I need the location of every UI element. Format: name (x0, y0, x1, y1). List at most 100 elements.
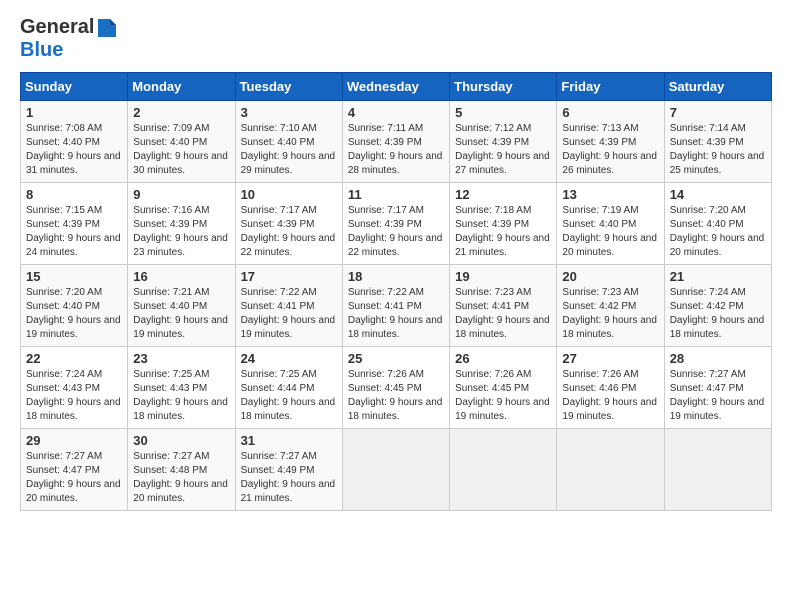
day-info: Sunrise: 7:08 AMSunset: 4:40 PMDaylight:… (26, 123, 121, 176)
calendar-cell: 15 Sunrise: 7:20 AMSunset: 4:40 PMDayligh… (21, 265, 128, 347)
calendar-cell (342, 429, 449, 511)
day-info: Sunrise: 7:26 AMSunset: 4:45 PMDaylight:… (348, 369, 443, 422)
day-info: Sunrise: 7:21 AMSunset: 4:40 PMDaylight:… (133, 287, 228, 340)
day-info: Sunrise: 7:25 AMSunset: 4:44 PMDaylight:… (241, 369, 336, 422)
col-header-friday: Friday (557, 73, 664, 101)
calendar-cell: 12 Sunrise: 7:18 AMSunset: 4:39 PMDayligh… (450, 183, 557, 265)
day-info: Sunrise: 7:17 AMSunset: 4:39 PMDaylight:… (241, 205, 336, 258)
calendar-cell: 20 Sunrise: 7:23 AMSunset: 4:42 PMDayligh… (557, 265, 664, 347)
day-number: 26 (455, 351, 551, 366)
day-info: Sunrise: 7:26 AMSunset: 4:46 PMDaylight:… (562, 369, 657, 422)
day-info: Sunrise: 7:13 AMSunset: 4:39 PMDaylight:… (562, 123, 657, 176)
calendar-cell: 24 Sunrise: 7:25 AMSunset: 4:44 PMDayligh… (235, 347, 342, 429)
day-info: Sunrise: 7:11 AMSunset: 4:39 PMDaylight:… (348, 123, 443, 176)
col-header-thursday: Thursday (450, 73, 557, 101)
day-number: 5 (455, 105, 551, 120)
day-number: 9 (133, 187, 229, 202)
day-number: 4 (348, 105, 444, 120)
day-number: 3 (241, 105, 337, 120)
calendar-cell: 1 Sunrise: 7:08 AMSunset: 4:40 PMDaylight… (21, 101, 128, 183)
col-header-monday: Monday (128, 73, 235, 101)
calendar-cell: 7 Sunrise: 7:14 AMSunset: 4:39 PMDaylight… (664, 101, 771, 183)
day-info: Sunrise: 7:22 AMSunset: 4:41 PMDaylight:… (348, 287, 443, 340)
logo-blue: Blue (20, 39, 63, 61)
day-info: Sunrise: 7:24 AMSunset: 4:43 PMDaylight:… (26, 369, 121, 422)
day-number: 30 (133, 433, 229, 448)
day-info: Sunrise: 7:12 AMSunset: 4:39 PMDaylight:… (455, 123, 550, 176)
day-number: 8 (26, 187, 122, 202)
calendar-cell: 18Sunrise: 7:22 AMSunset: 4:41 PMDayligh… (342, 265, 449, 347)
day-info: Sunrise: 7:27 AMSunset: 4:48 PMDaylight:… (133, 451, 228, 504)
day-number: 20 (562, 269, 658, 284)
day-number: 25 (348, 351, 444, 366)
calendar-cell: 14Sunrise: 7:20 AMSunset: 4:40 PMDayligh… (664, 183, 771, 265)
calendar-cell: 22 Sunrise: 7:24 AMSunset: 4:43 PMDayligh… (21, 347, 128, 429)
calendar-cell: 13 Sunrise: 7:19 AMSunset: 4:40 PMDayligh… (557, 183, 664, 265)
day-info: Sunrise: 7:22 AMSunset: 4:41 PMDaylight:… (241, 287, 336, 340)
col-header-sunday: Sunday (21, 73, 128, 101)
day-info: Sunrise: 7:14 AMSunset: 4:39 PMDaylight:… (670, 123, 765, 176)
day-number: 24 (241, 351, 337, 366)
day-info: Sunrise: 7:20 AMSunset: 4:40 PMDaylight:… (670, 205, 765, 258)
calendar-page: General Blue SundayMondayTuesdayWednesda… (0, 0, 792, 612)
day-info: Sunrise: 7:09 AMSunset: 4:40 PMDaylight:… (133, 123, 228, 176)
calendar-cell: 4 Sunrise: 7:11 AMSunset: 4:39 PMDaylight… (342, 101, 449, 183)
calendar-cell: 11Sunrise: 7:17 AMSunset: 4:39 PMDayligh… (342, 183, 449, 265)
day-info: Sunrise: 7:16 AMSunset: 4:39 PMDaylight:… (133, 205, 228, 258)
calendar-cell: 3 Sunrise: 7:10 AMSunset: 4:40 PMDaylight… (235, 101, 342, 183)
calendar-cell: 29Sunrise: 7:27 AMSunset: 4:47 PMDayligh… (21, 429, 128, 511)
day-info: Sunrise: 7:10 AMSunset: 4:40 PMDaylight:… (241, 123, 336, 176)
day-number: 15 (26, 269, 122, 284)
calendar-cell: 16 Sunrise: 7:21 AMSunset: 4:40 PMDayligh… (128, 265, 235, 347)
day-info: Sunrise: 7:24 AMSunset: 4:42 PMDaylight:… (670, 287, 765, 340)
calendar-cell: 10 Sunrise: 7:17 AMSunset: 4:39 PMDayligh… (235, 183, 342, 265)
calendar-cell: 21 Sunrise: 7:24 AMSunset: 4:42 PMDayligh… (664, 265, 771, 347)
calendar-cell (664, 429, 771, 511)
day-number: 1 (26, 105, 122, 120)
calendar-cell: 9 Sunrise: 7:16 AMSunset: 4:39 PMDaylight… (128, 183, 235, 265)
day-number: 11 (348, 187, 444, 202)
day-info: Sunrise: 7:25 AMSunset: 4:43 PMDaylight:… (133, 369, 228, 422)
day-number: 23 (133, 351, 229, 366)
calendar-cell: 19 Sunrise: 7:23 AMSunset: 4:41 PMDayligh… (450, 265, 557, 347)
calendar-cell: 31 Sunrise: 7:27 AMSunset: 4:49 PMDayligh… (235, 429, 342, 511)
logo-icon (96, 17, 118, 39)
calendar-cell: 23 Sunrise: 7:25 AMSunset: 4:43 PMDayligh… (128, 347, 235, 429)
col-header-tuesday: Tuesday (235, 73, 342, 101)
day-info: Sunrise: 7:26 AMSunset: 4:45 PMDaylight:… (455, 369, 550, 422)
header: General Blue (20, 16, 772, 62)
day-number: 6 (562, 105, 658, 120)
day-info: Sunrise: 7:27 AMSunset: 4:47 PMDaylight:… (26, 451, 121, 504)
calendar-table: SundayMondayTuesdayWednesdayThursdayFrid… (20, 72, 772, 511)
day-number: 16 (133, 269, 229, 284)
day-number: 28 (670, 351, 766, 366)
calendar-cell: 28 Sunrise: 7:27 AMSunset: 4:47 PMDayligh… (664, 347, 771, 429)
calendar-cell: 26 Sunrise: 7:26 AMSunset: 4:45 PMDayligh… (450, 347, 557, 429)
col-header-saturday: Saturday (664, 73, 771, 101)
day-number: 27 (562, 351, 658, 366)
day-number: 31 (241, 433, 337, 448)
logo-general: General (20, 16, 94, 39)
day-info: Sunrise: 7:27 AMSunset: 4:47 PMDaylight:… (670, 369, 765, 422)
day-info: Sunrise: 7:23 AMSunset: 4:42 PMDaylight:… (562, 287, 657, 340)
day-info: Sunrise: 7:23 AMSunset: 4:41 PMDaylight:… (455, 287, 550, 340)
day-number: 21 (670, 269, 766, 284)
day-info: Sunrise: 7:27 AMSunset: 4:49 PMDaylight:… (241, 451, 336, 504)
day-number: 12 (455, 187, 551, 202)
calendar-cell: 25 Sunrise: 7:26 AMSunset: 4:45 PMDayligh… (342, 347, 449, 429)
day-number: 22 (26, 351, 122, 366)
day-number: 10 (241, 187, 337, 202)
day-number: 13 (562, 187, 658, 202)
calendar-cell (557, 429, 664, 511)
day-info: Sunrise: 7:20 AMSunset: 4:40 PMDaylight:… (26, 287, 121, 340)
day-info: Sunrise: 7:19 AMSunset: 4:40 PMDaylight:… (562, 205, 657, 258)
calendar-cell: 30 Sunrise: 7:27 AMSunset: 4:48 PMDayligh… (128, 429, 235, 511)
day-number: 17 (241, 269, 337, 284)
day-number: 19 (455, 269, 551, 284)
col-header-wednesday: Wednesday (342, 73, 449, 101)
day-info: Sunrise: 7:18 AMSunset: 4:39 PMDaylight:… (455, 205, 550, 258)
day-number: 7 (670, 105, 766, 120)
day-info: Sunrise: 7:15 AMSunset: 4:39 PMDaylight:… (26, 205, 121, 258)
calendar-cell: 5 Sunrise: 7:12 AMSunset: 4:39 PMDaylight… (450, 101, 557, 183)
calendar-cell: 6 Sunrise: 7:13 AMSunset: 4:39 PMDaylight… (557, 101, 664, 183)
